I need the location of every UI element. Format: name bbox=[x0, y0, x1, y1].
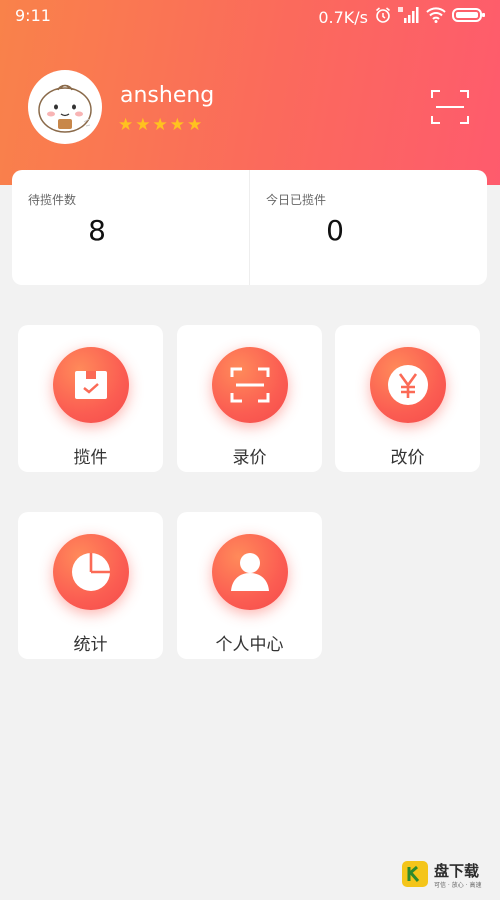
pickup-icon-circle bbox=[53, 347, 129, 423]
menu-tile-pickup[interactable]: 揽件 bbox=[18, 325, 163, 472]
profile-icon-circle bbox=[212, 534, 288, 610]
stats-card: 待揽件数 8 今日已揽件 0 bbox=[12, 170, 487, 285]
bun-avatar-icon bbox=[38, 84, 92, 133]
avatar[interactable] bbox=[28, 70, 102, 144]
status-bar: 9:11 0.7K/s bbox=[0, 0, 500, 32]
pending-label: 待揽件数 bbox=[28, 193, 77, 207]
statistics-icon-circle bbox=[53, 534, 129, 610]
person-icon bbox=[231, 553, 269, 591]
tile-label: 改价 bbox=[390, 448, 425, 468]
menu-tile-price-entry[interactable]: 录价 bbox=[177, 325, 322, 472]
box-check-icon bbox=[75, 371, 107, 399]
watermark: 盘下载 可信 · 放心 · 高速 bbox=[400, 858, 492, 892]
star-icon: ★ bbox=[169, 115, 185, 135]
tile-label: 揽件 bbox=[73, 448, 108, 468]
star-icon: ★ bbox=[118, 115, 134, 135]
menu-tile-statistics[interactable]: 统计 bbox=[18, 512, 163, 659]
scan-button[interactable] bbox=[430, 88, 470, 126]
menu-tile-change-price[interactable]: 改价 bbox=[335, 325, 480, 472]
pending-stat[interactable]: 待揽件数 8 bbox=[12, 170, 250, 285]
tile-label: 录价 bbox=[232, 448, 267, 468]
rating-stars: ★ ★ ★ ★ ★ bbox=[118, 116, 202, 134]
star-icon: ★ bbox=[135, 115, 151, 135]
network-speed: 0.7K/s bbox=[318, 7, 368, 27]
yen-icon bbox=[388, 365, 428, 405]
username: ansheng bbox=[120, 83, 215, 108]
today-value: 0 bbox=[326, 214, 344, 247]
today-label: 今日已揽件 bbox=[266, 193, 327, 207]
scan-frame-icon bbox=[230, 367, 270, 403]
star-icon: ★ bbox=[152, 115, 168, 135]
signal-icon bbox=[398, 7, 420, 27]
tile-label: 个人中心 bbox=[215, 635, 284, 655]
star-icon: ★ bbox=[187, 115, 203, 135]
status-time: 9:11 bbox=[15, 6, 51, 25]
tile-label: 统计 bbox=[73, 635, 108, 655]
watermark-subtext: 可信 · 放心 · 高速 bbox=[434, 882, 482, 889]
alarm-icon bbox=[374, 6, 392, 28]
today-stat[interactable]: 今日已揽件 0 bbox=[250, 170, 487, 285]
battery-icon bbox=[452, 7, 486, 27]
watermark-text: 盘下载 bbox=[434, 862, 480, 880]
wifi-icon bbox=[426, 7, 446, 27]
pie-chart-icon bbox=[72, 553, 110, 591]
change-price-icon-circle bbox=[370, 347, 446, 423]
menu-tile-profile[interactable]: 个人中心 bbox=[177, 512, 322, 659]
price-entry-icon-circle bbox=[212, 347, 288, 423]
scan-icon bbox=[431, 90, 469, 124]
pending-value: 8 bbox=[88, 214, 106, 247]
